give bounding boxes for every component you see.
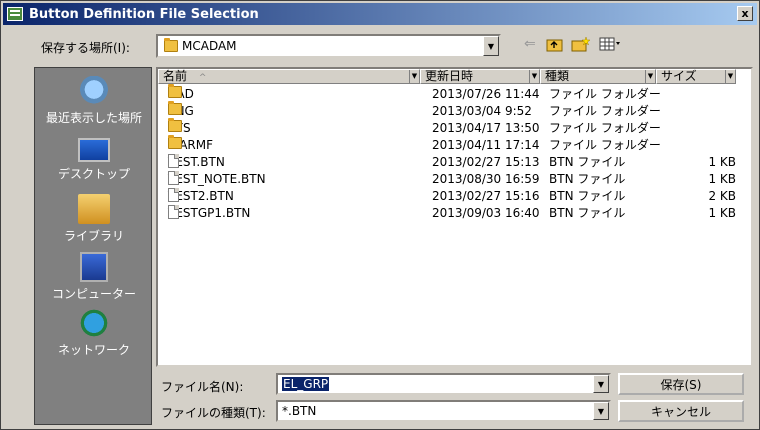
file-size: 1 KB [708, 206, 736, 220]
file-size: 1 KB [708, 172, 736, 186]
file-list[interactable]: 名前 ^ ▼ 更新日時 ▼ 種類 ▼ サイズ ▼ CAD2013/07/26 1… [156, 67, 753, 367]
chevron-down-icon[interactable]: ▼ [593, 402, 609, 420]
network-icon [78, 308, 110, 338]
file-row[interactable]: TESTGP1.BTN 2013/09/03 16:40 BTN ファイル 1 KB [158, 205, 748, 222]
file-icon [168, 154, 179, 168]
sort-ascending-icon: ^ [198, 73, 207, 83]
folder-icon [168, 135, 182, 149]
filename-input[interactable]: EL_GRP ▼ [276, 373, 611, 395]
save-button[interactable]: 保存(S) [618, 373, 744, 395]
new-folder-icon[interactable] [571, 36, 591, 56]
file-date: 2013/03/04 9:52 [432, 104, 532, 118]
file-name: TEST_NOTE.BTN [168, 171, 266, 186]
file-type: BTN ファイル [549, 189, 626, 203]
recent-places-icon [78, 76, 110, 106]
file-date: 2013/08/30 16:59 [432, 172, 540, 186]
file-row[interactable]: ENG2013/03/04 9:52ファイル フォルダー [158, 101, 748, 120]
place-libraries[interactable]: ライブラリ [35, 194, 153, 244]
folder-icon [168, 84, 182, 98]
place-recent-label: 最近表示した場所 [45, 111, 142, 125]
chevron-down-icon[interactable]: ▼ [529, 70, 539, 83]
file-type: ファイル フォルダー [549, 121, 661, 135]
chevron-down-icon[interactable]: ▼ [409, 70, 419, 83]
save-in-value: MCADAM [182, 39, 237, 53]
column-header-type[interactable]: 種類 ▼ [540, 69, 656, 84]
save-in-combo[interactable]: MCADAM ▼ [156, 34, 501, 58]
desktop-icon [78, 138, 110, 162]
folder-icon [168, 101, 182, 115]
file-row[interactable]: CAD2013/07/26 11:44ファイル フォルダー [158, 84, 748, 103]
file-row[interactable]: TEST2.BTN 2013/02/27 15:16 BTN ファイル 2 KB [158, 188, 748, 205]
file-row[interactable]: WARMF 2013/04/11 17:14 ファイル フォルダー [158, 135, 748, 154]
folder-icon [164, 38, 178, 52]
column-header-name[interactable]: 名前 ^ ▼ [158, 69, 420, 84]
file-type: BTN ファイル [549, 206, 626, 220]
back-arrow-icon[interactable]: ⇐ [524, 36, 536, 52]
column-header-size[interactable]: サイズ ▼ [656, 69, 736, 84]
file-icon [168, 205, 179, 219]
file-name: TEST.BTN [168, 154, 225, 169]
file-name: TESTGP1.BTN [168, 205, 251, 220]
file-type: ファイル フォルダー [549, 87, 661, 101]
title-bar[interactable]: Button Definition File Selection x [3, 3, 757, 25]
file-type: BTN ファイル [549, 155, 626, 169]
file-type: ファイル フォルダー [549, 138, 661, 152]
cancel-button[interactable]: キャンセル [618, 400, 744, 422]
place-desktop[interactable]: デスクトップ [35, 134, 153, 182]
places-bar: 最近表示した場所 デスクトップ ライブラリ コンピューター ネットワーク [34, 67, 152, 425]
file-row[interactable]: TEST.BTN 2013/02/27 15:13 BTN ファイル 1 KB [158, 154, 748, 171]
file-date: 2013/04/11 17:14 [432, 138, 540, 152]
file-row[interactable]: TEST_NOTE.BTN 2013/08/30 16:59 BTN ファイル 1 K… [158, 171, 748, 188]
file-name: TEST2.BTN [168, 188, 234, 203]
chevron-down-icon[interactable]: ▼ [645, 70, 655, 83]
app-icon [7, 7, 23, 21]
file-date: 2013/02/27 15:13 [432, 155, 540, 169]
file-date: 2013/02/27 15:16 [432, 189, 540, 203]
filename-value: EL_GRP [282, 377, 330, 391]
place-network-label: ネットワーク [57, 343, 130, 357]
chevron-down-icon[interactable]: ▼ [483, 36, 499, 56]
filetype-select[interactable]: *.BTN ▼ [276, 400, 611, 422]
chevron-down-icon[interactable]: ▼ [593, 375, 609, 393]
place-computer[interactable]: コンピューター [35, 252, 153, 302]
libraries-icon [78, 194, 110, 224]
file-row[interactable]: SYS2013/04/17 13:50ファイル フォルダー [158, 118, 748, 137]
place-computer-label: コンピューター [51, 287, 136, 301]
filetype-label: ファイルの種類(T): [161, 406, 266, 420]
computer-icon [80, 252, 108, 282]
place-network[interactable]: ネットワーク [35, 308, 153, 358]
view-menu-icon[interactable] [599, 36, 621, 56]
save-in-label: 保存する場所(I): [41, 41, 130, 55]
column-header-date[interactable]: 更新日時 ▼ [420, 69, 540, 84]
file-icon [168, 188, 179, 202]
close-button[interactable]: x [737, 6, 753, 21]
file-type: ファイル フォルダー [549, 104, 661, 118]
window-title: Button Definition File Selection [29, 6, 259, 22]
file-size: 2 KB [708, 189, 736, 203]
up-folder-icon[interactable] [546, 36, 564, 56]
file-type: BTN ファイル [549, 172, 626, 186]
file-icon [168, 171, 179, 185]
file-name: WARMF [168, 135, 214, 152]
folder-icon [168, 118, 182, 132]
chevron-down-icon[interactable]: ▼ [725, 70, 735, 83]
file-date: 2013/09/03 16:40 [432, 206, 540, 220]
file-size: 1 KB [708, 155, 736, 169]
file-dialog-window: Button Definition File Selection x 保存する場… [0, 0, 760, 430]
filename-label: ファイル名(N): [161, 380, 244, 394]
place-desktop-label: デスクトップ [57, 167, 130, 181]
place-recent[interactable]: 最近表示した場所 [35, 76, 153, 126]
file-date: 2013/07/26 11:44 [432, 87, 540, 101]
filetype-value: *.BTN [282, 404, 317, 418]
place-libraries-label: ライブラリ [63, 229, 124, 243]
file-date: 2013/04/17 13:50 [432, 121, 540, 135]
